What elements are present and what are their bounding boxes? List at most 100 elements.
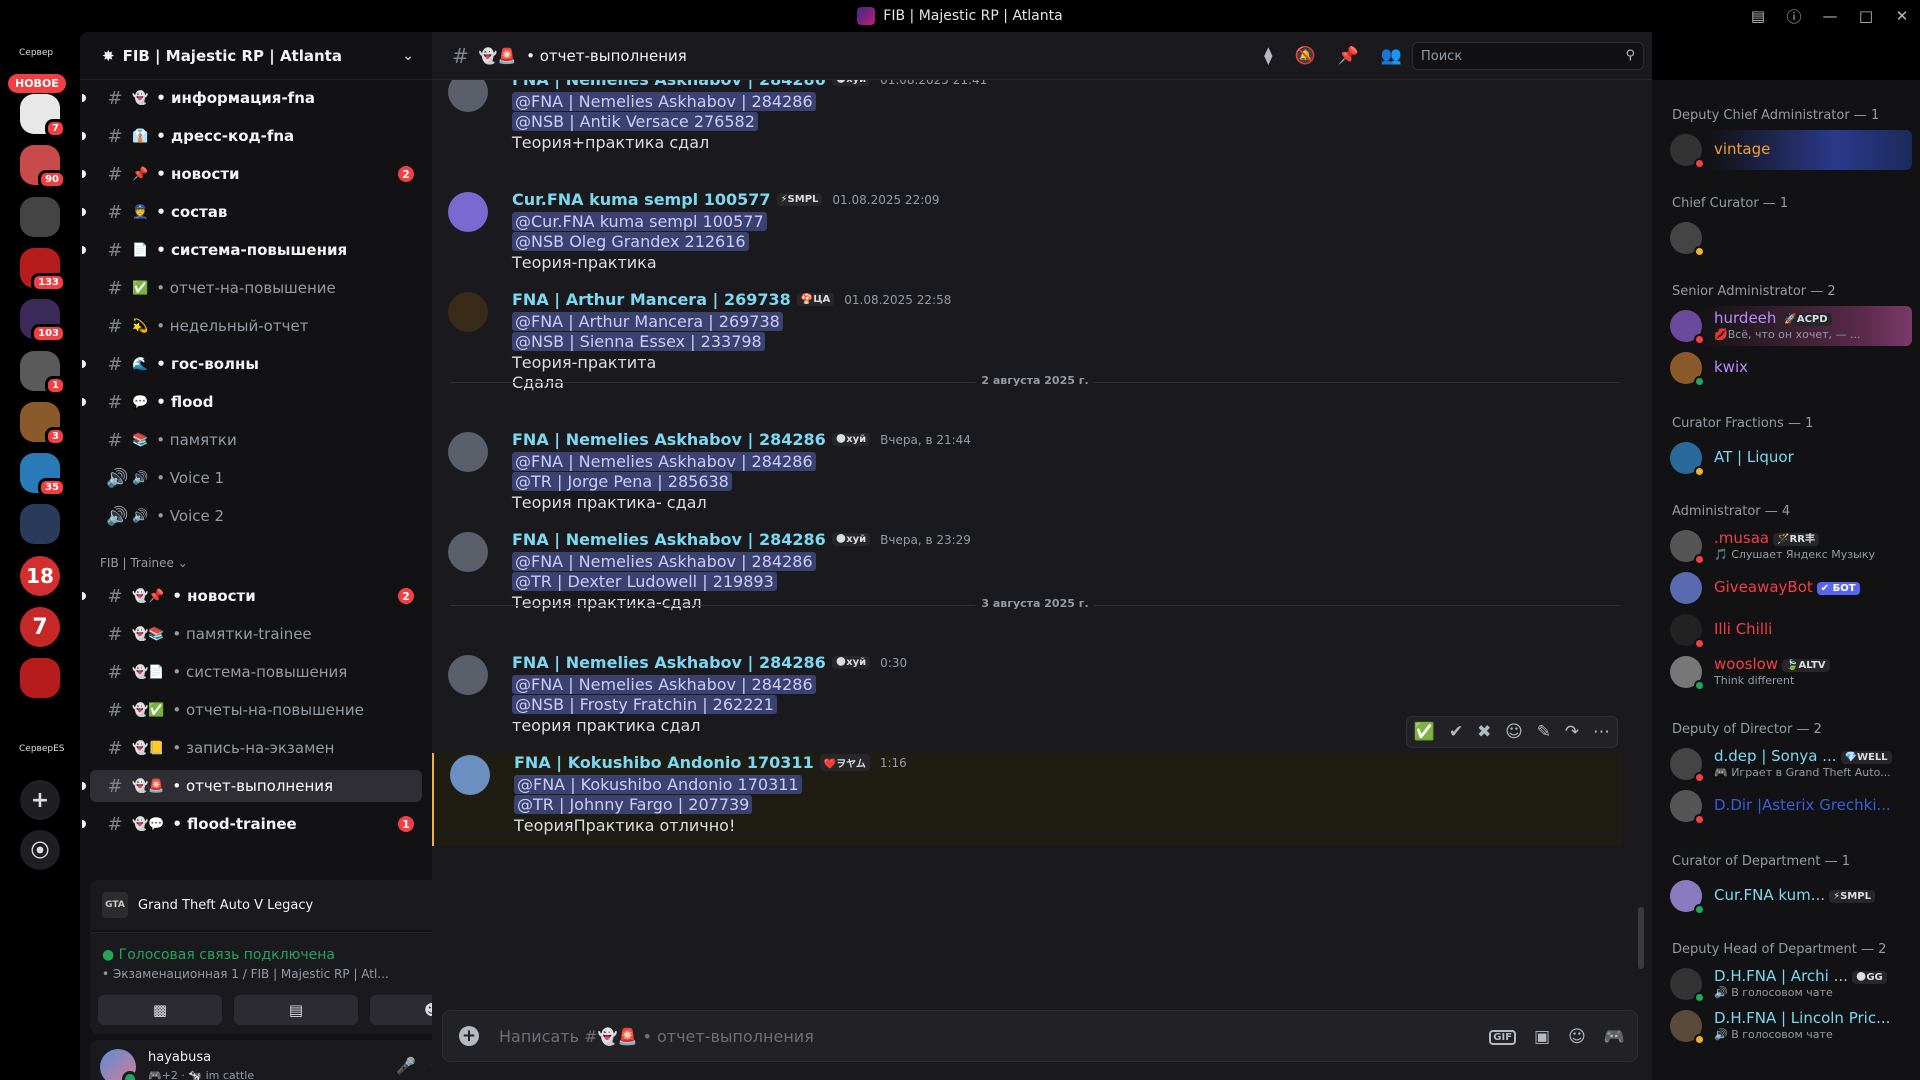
channel-item[interactable]: # 👔 • дресс-код-fna xyxy=(82,120,422,152)
user-mention[interactable]: @NSB | Antik Versace 276582 xyxy=(512,112,758,132)
mute-bell-icon[interactable]: 🔕 xyxy=(1294,46,1315,66)
server-icon[interactable] xyxy=(20,658,60,699)
minimize-button[interactable]: — xyxy=(1812,0,1848,32)
author-name[interactable]: FNA | Kokushibo Andonio 170311 xyxy=(514,753,814,772)
author-name[interactable]: Cur.FNA kuma sempl 100577 xyxy=(512,190,771,209)
member-item[interactable]: Illi Chilli xyxy=(1660,610,1912,650)
channel-item[interactable]: # 👻📌 • новости 2 xyxy=(82,580,422,612)
help-icon[interactable]: ⓘ xyxy=(1776,0,1812,32)
pin-icon[interactable]: 📌 xyxy=(1338,46,1359,66)
member-item[interactable]: d.dep | Sonya ... 💎WELL 🎮 Играет в Grand T… xyxy=(1660,744,1912,784)
user-mention[interactable]: @FNA | Arthur Mancera | 269738 xyxy=(512,312,783,331)
avatar[interactable] xyxy=(448,80,488,112)
new-badge[interactable]: НОВОЕ xyxy=(8,74,66,93)
channel-item[interactable]: # 💫 • недельный-отчет xyxy=(90,310,422,342)
member-item[interactable]: Cur.FNA kum... ⚡SMPL xyxy=(1660,876,1912,916)
video-off-button[interactable]: ▩ xyxy=(98,995,222,1025)
channel-item[interactable]: # 👻💬 • flood-trainee 1 xyxy=(82,808,422,840)
avatar[interactable] xyxy=(448,192,488,232)
gif-icon[interactable]: GIF xyxy=(1489,1029,1517,1045)
channel-item[interactable]: # 👻✅ • отчеты-на-повышение xyxy=(90,694,422,726)
members-icon[interactable]: 👥 xyxy=(1381,46,1402,66)
server-icon[interactable]: 7 xyxy=(20,607,60,647)
author-name[interactable]: FNA | Nemelies Askhabov | 284286 xyxy=(512,430,826,449)
avatar[interactable] xyxy=(450,755,490,795)
voice-channel[interactable]: • Экзаменационная 1 / FIB | Majestic RP … xyxy=(102,967,422,981)
search-input[interactable]: Поиск ⚲ xyxy=(1412,42,1644,70)
avatar[interactable] xyxy=(448,655,488,695)
server-icon[interactable]: 1 xyxy=(20,350,66,395)
channel-item[interactable]: # 📄 • система-повышения xyxy=(82,234,422,266)
member-item[interactable]: D.H.FNA | Archi ... 🌑GG 🔊 В голосовом чате xyxy=(1660,964,1912,1004)
activities-icon[interactable]: 🎮 xyxy=(1604,1027,1625,1047)
member-item[interactable]: .musaa 🪄RR丰 🎵 Слушает Яндекс Музыку xyxy=(1660,526,1912,566)
server-icon[interactable]: 35 xyxy=(20,453,66,498)
screen-share-button[interactable]: ▤ xyxy=(234,995,358,1025)
author-name[interactable]: FNA | Arthur Mancera | 269738 xyxy=(512,290,791,309)
emoji-icon[interactable]: ☺ xyxy=(1505,722,1523,742)
channel-item[interactable]: # 👻📚 • памятки-trainee xyxy=(90,618,422,650)
channel-item[interactable]: 🔊 🔊 • Voice 2 xyxy=(90,500,422,532)
channel-item[interactable]: # 👻🚨 • отчет-выполнения xyxy=(82,770,422,802)
server-icon[interactable]: 103 xyxy=(20,299,66,344)
server-icon[interactable]: 133 xyxy=(20,247,66,292)
server-icon[interactable] xyxy=(20,196,60,237)
member-item[interactable]: AT | Liquor xyxy=(1660,438,1912,478)
member-item[interactable]: hurdeeh 🚀ACPD 💋Всё, что он хочет, — ... xyxy=(1660,306,1912,346)
sticker-icon[interactable]: ▣ xyxy=(1534,1027,1550,1047)
user-mention[interactable]: @TR | Jorge Pena | 285638 xyxy=(512,472,732,492)
member-item[interactable]: D.H.FNA | Lincoln Pric... 🔊 В голосовом ч… xyxy=(1660,1006,1912,1046)
threads-icon[interactable]: ⧫ xyxy=(1264,46,1272,66)
avatar[interactable] xyxy=(448,532,488,572)
cross-icon[interactable]: ✖ xyxy=(1477,722,1491,742)
microphone-icon[interactable]: 🎤 xyxy=(396,1056,416,1075)
emoji-icon[interactable]: ☺ xyxy=(1568,1027,1586,1047)
user-mention[interactable]: @TR | Dexter Ludowell | 219893 xyxy=(512,572,777,592)
member-item[interactable]: D.Dir |Asterix Grechki... xyxy=(1660,786,1912,826)
check-green-icon[interactable]: ✅ xyxy=(1414,722,1435,742)
channel-item[interactable]: 🔊 🔊 • Voice 1 xyxy=(90,462,422,494)
channel-item[interactable]: # 👻 • информация-fna xyxy=(82,82,422,114)
channel-item[interactable]: # 💬 • flood xyxy=(82,386,422,418)
close-button[interactable]: ✕ xyxy=(1884,0,1920,32)
category-trainee[interactable]: FIB | Trainee ⌄ xyxy=(100,556,188,570)
server-es[interactable]: СерверES xyxy=(19,744,65,754)
username[interactable]: hayabusa xyxy=(148,1050,211,1065)
channel-item[interactable]: # 📚 • памятки xyxy=(90,424,422,456)
discover-icon[interactable]: ⦿ xyxy=(20,830,60,870)
user-mention[interactable]: @NSB | Frosty Fratchin | 262221 xyxy=(512,695,777,715)
author-name[interactable]: FNA | Nemelies Askhabov | 284286 xyxy=(512,80,826,89)
user-mention[interactable]: @Cur.FNA kuma sempl 100577 xyxy=(512,212,767,231)
user-mention[interactable]: @FNA | Nemelies Askhabov | 284286 xyxy=(512,675,816,694)
scrollbar[interactable] xyxy=(1638,907,1644,969)
server-icon[interactable]: 18 xyxy=(20,555,60,596)
author-name[interactable]: FNA | Nemelies Askhabov | 284286 xyxy=(512,653,826,672)
edit-icon[interactable]: ✎ xyxy=(1537,722,1551,742)
user-mention[interactable]: @TR | Johnny Fargo | 207739 xyxy=(514,795,753,815)
user-mention[interactable]: @FNA | Nemelies Askhabov | 284286 xyxy=(512,452,816,471)
channel-item[interactable]: # ✅ • отчет-на-повышение xyxy=(90,272,422,304)
author-name[interactable]: FNA | Nemelies Askhabov | 284286 xyxy=(512,530,826,549)
server-icon[interactable]: 90 xyxy=(20,145,66,190)
channel-item[interactable]: # 📌 • новости 2 xyxy=(82,158,422,190)
user-mention[interactable]: @FNA | Nemelies Askhabov | 284286 xyxy=(512,92,816,111)
avatar[interactable] xyxy=(100,1049,138,1080)
maximize-button[interactable]: □ xyxy=(1848,0,1884,32)
inbox-icon[interactable]: ▤ xyxy=(1740,0,1776,32)
user-mention[interactable]: @FNA | Kokushibo Andonio 170311 xyxy=(514,775,802,794)
member-item[interactable] xyxy=(1660,218,1912,258)
member-item[interactable]: wooslow 🍃ALTV Think different xyxy=(1660,652,1912,692)
channel-item[interactable]: # 👻📒 • запись-на-экзамен xyxy=(90,732,422,764)
channel-item[interactable]: # 👻📄 • система-повышения xyxy=(90,656,422,688)
forward-icon[interactable]: ↷ xyxy=(1565,722,1579,742)
server-icon[interactable] xyxy=(20,504,60,545)
member-item[interactable]: kwix xyxy=(1660,348,1912,388)
channel-item[interactable]: # 👮 • состав xyxy=(82,196,422,228)
user-mention[interactable]: @NSB Oleg Grandex 212616 xyxy=(512,232,749,252)
user-mention[interactable]: @FNA | Nemelies Askhabov | 284286 xyxy=(512,552,816,571)
avatar[interactable] xyxy=(448,432,488,472)
member-item[interactable]: GiveawayBot ✔ БОТ xyxy=(1660,568,1912,608)
guild-header[interactable]: ✸ FIB | Majestic RP | Atlanta ⌄ xyxy=(80,32,432,80)
server-icon[interactable]: 7 xyxy=(20,94,66,138)
check-icon[interactable]: ✔ xyxy=(1449,722,1463,742)
